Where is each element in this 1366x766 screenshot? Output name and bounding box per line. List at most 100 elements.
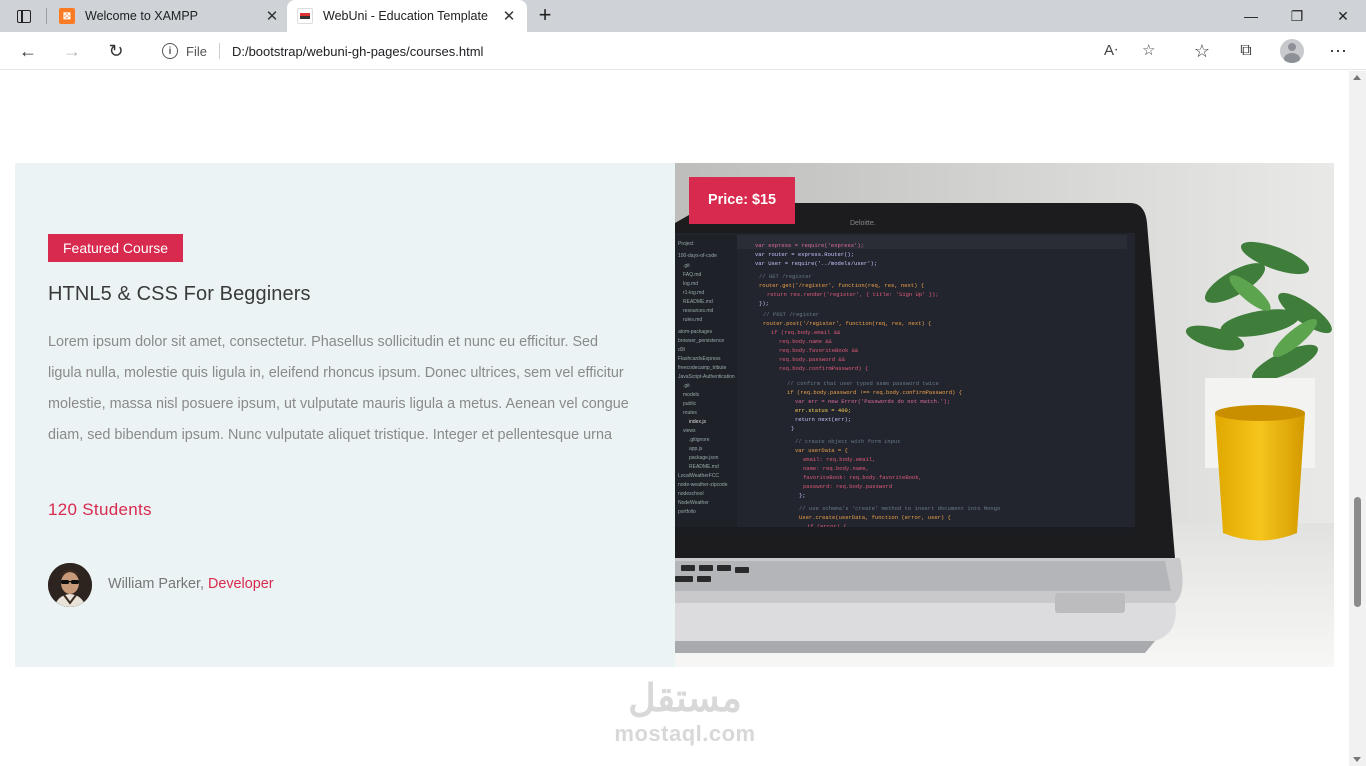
svg-text:email: req.body.email,: email: req.body.email, xyxy=(803,456,876,463)
favorites-icon[interactable]: ☆ xyxy=(1190,39,1214,63)
back-icon[interactable]: ← xyxy=(16,39,40,63)
read-aloud-icon[interactable]: A͏ᐧ xyxy=(1104,41,1118,59)
course-info-panel: Featured Course HTNL5 & CSS For Begginer… xyxy=(15,163,675,667)
svg-text:};: }; xyxy=(799,492,806,499)
info-icon[interactable]: i xyxy=(162,43,178,59)
refresh-icon[interactable]: ↻ xyxy=(104,39,128,63)
author-name: William Parker, xyxy=(108,576,204,592)
tab-separator xyxy=(46,8,47,24)
url-text[interactable]: D:/bootstrap/webuni-gh-pages/courses.htm… xyxy=(232,44,483,59)
svg-text:public: public xyxy=(683,401,697,407)
svg-text:Project: Project xyxy=(678,241,694,247)
tab-actions-icon[interactable] xyxy=(10,6,38,26)
svg-text:README.md: README.md xyxy=(689,464,719,470)
svg-text:.gitignore: .gitignore xyxy=(689,437,710,443)
svg-text:LocalWeatherFCC: LocalWeatherFCC xyxy=(678,473,719,479)
svg-text:r1-log.md: r1-log.md xyxy=(683,290,704,296)
svg-text:README.md: README.md xyxy=(683,299,713,305)
tab-title: WebUni - Education Template xyxy=(323,9,488,23)
svg-text:freecodecamp_tribute: freecodecamp_tribute xyxy=(678,365,727,371)
students-count: 120 Students xyxy=(48,500,152,519)
address-divider xyxy=(218,43,220,59)
watermark-arabic: مستقل xyxy=(628,678,742,720)
svg-text:resources.md: resources.md xyxy=(683,308,714,314)
svg-text:models: models xyxy=(683,392,700,398)
svg-text:return next(err);: return next(err); xyxy=(795,416,851,423)
svg-text:// GET /register: // GET /register xyxy=(759,273,812,280)
course-image: Deloitte. var express = require('express… xyxy=(675,163,1334,667)
webuni-icon xyxy=(297,8,313,24)
svg-text:var userData = {: var userData = { xyxy=(795,447,848,454)
close-icon[interactable]: ✕ xyxy=(264,8,280,25)
author-avatar xyxy=(48,563,92,607)
svg-text:.git: .git xyxy=(683,263,690,269)
close-icon[interactable]: ✕ xyxy=(501,8,517,25)
svg-text:var User = require('../models/: var User = require('../models/user'); xyxy=(755,260,877,267)
svg-text:}: } xyxy=(791,425,794,432)
tab-xampp[interactable]: ⊠ Welcome to XAMPP ✕ xyxy=(56,0,284,32)
svg-text:rules.md: rules.md xyxy=(683,317,702,323)
svg-text:FAQ.md: FAQ.md xyxy=(683,272,702,278)
svg-text:routes: routes xyxy=(683,410,697,416)
svg-text:var err = new Error('Passwords: var err = new Error('Passwords do not ma… xyxy=(795,398,950,405)
svg-text:atom-packages: atom-packages xyxy=(678,329,713,335)
svg-text:name: req.body.name,: name: req.body.name, xyxy=(803,465,869,472)
tab-webuni[interactable]: WebUni - Education Template ✕ xyxy=(287,0,527,32)
address-bar[interactable]: i File D:/bootstrap/webuni-gh-pages/cour… xyxy=(146,36,1172,66)
svg-text:password: req.body.password: password: req.body.password xyxy=(803,483,892,490)
page-scrollbar[interactable] xyxy=(1349,71,1366,766)
add-favorite-icon[interactable]: ☆ xyxy=(1142,41,1155,59)
svg-text:portfolio: portfolio xyxy=(678,509,696,515)
minimize-icon[interactable]: — xyxy=(1228,0,1274,32)
svg-text:Deloitte.: Deloitte. xyxy=(850,220,876,227)
svg-text:// use schema's 'create' metho: // use schema's 'create' method to inser… xyxy=(799,505,1000,512)
course-title[interactable]: HTNL5 & CSS For Begginers xyxy=(48,283,311,306)
svg-text:views: views xyxy=(683,428,696,434)
svg-text:log.md: log.md xyxy=(683,281,698,287)
svg-text:package.json: package.json xyxy=(689,455,719,461)
new-tab-button[interactable]: + xyxy=(534,4,556,27)
browser-tab-strip: ⊠ Welcome to XAMPP ✕ WebUni - Education … xyxy=(0,0,1366,32)
scroll-thumb[interactable] xyxy=(1354,497,1361,607)
laptop-photo: Deloitte. var express = require('express… xyxy=(675,163,1334,667)
watermark-latin: mostaql.com xyxy=(614,721,756,746)
svg-text:router.post('/register', funct: router.post('/register', function(req, r… xyxy=(763,320,931,327)
price-tag: Price: $15 xyxy=(689,177,796,224)
svg-text:index.js: index.js xyxy=(689,419,706,425)
svg-text:.git: .git xyxy=(683,383,690,389)
svg-text:req.body.name &&: req.body.name && xyxy=(779,338,833,345)
window-close-icon[interactable]: ✕ xyxy=(1320,0,1366,32)
svg-text:req.body.favoriteBook &&: req.body.favoriteBook && xyxy=(779,347,859,354)
svg-text:NodeWeather: NodeWeather xyxy=(678,500,709,506)
forward-icon[interactable]: → xyxy=(60,39,84,63)
svg-text:return res.render('register',: return res.render('register', { title: '… xyxy=(767,291,939,298)
svg-text:err.status = 400;: err.status = 400; xyxy=(795,407,851,414)
profile-avatar-icon[interactable] xyxy=(1280,39,1304,63)
svg-text:node-weather-zipcode: node-weather-zipcode xyxy=(678,482,728,488)
svg-text:});: }); xyxy=(759,300,769,307)
scheme-label: File xyxy=(186,43,207,59)
author-line: William Parker, Developer xyxy=(108,576,274,592)
page-viewport: Featured Course HTNL5 & CSS For Begginer… xyxy=(0,71,1349,766)
svg-text:User.create(userData, function: User.create(userData, function (error, u… xyxy=(799,514,951,521)
scroll-down-icon[interactable] xyxy=(1353,757,1361,762)
tab-title: Welcome to XAMPP xyxy=(85,9,199,23)
svg-text:// create object with form inp: // create object with form input xyxy=(795,438,901,445)
restore-icon[interactable]: ❐ xyxy=(1274,0,1320,32)
featured-badge: Featured Course xyxy=(48,234,184,262)
svg-text:var express = require('express: var express = require('express'); xyxy=(755,242,864,249)
svg-text:100-days-of-code: 100-days-of-code xyxy=(678,253,717,259)
course-description: Lorem ipsum dolor sit amet, consectetur.… xyxy=(48,334,629,443)
author-role-link[interactable]: Developer xyxy=(208,576,274,592)
svg-text:// POST /register: // POST /register xyxy=(763,311,819,318)
more-menu-icon[interactable]: ⋯ xyxy=(1326,39,1350,63)
svg-text:JavaScript-Authentication: JavaScript-Authentication xyxy=(678,374,735,380)
svg-text:FlashcardsExpress: FlashcardsExpress xyxy=(678,356,721,362)
scroll-up-icon[interactable] xyxy=(1353,75,1361,80)
svg-text:if (req.body.email &&: if (req.body.email && xyxy=(771,329,841,336)
svg-text:// confirm that user typed sam: // confirm that user typed same password… xyxy=(787,380,939,387)
svg-text:browser_persistence: browser_persistence xyxy=(678,338,724,344)
svg-text:d3t: d3t xyxy=(678,347,686,353)
mostaql-watermark: مستقل mostaql.com xyxy=(600,677,770,747)
collections-icon[interactable]: ⧉ xyxy=(1234,39,1258,63)
